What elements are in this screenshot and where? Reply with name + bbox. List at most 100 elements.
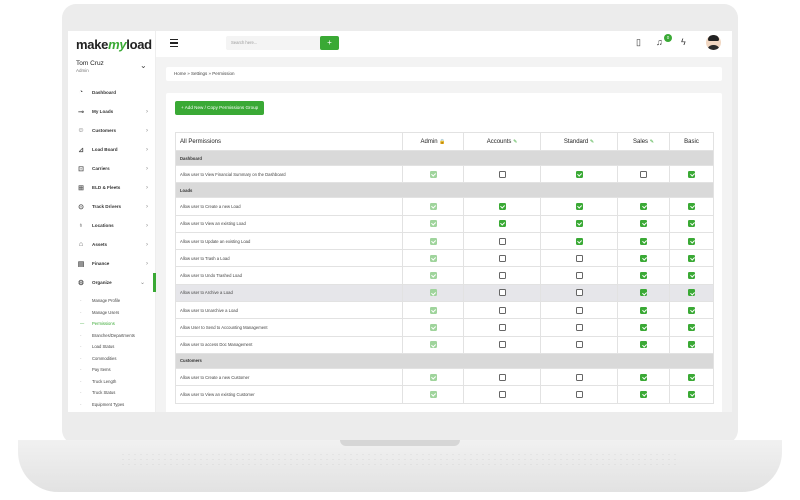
subnav-item-manage-profile[interactable]: - Manage Profile: [68, 295, 156, 307]
sidebar-item-track-drivers[interactable]: ⊙ Track Drivers ›: [68, 197, 156, 216]
permission-checkbox[interactable]: [688, 254, 695, 262]
permission-checkbox[interactable]: [575, 373, 583, 381]
edit-icon[interactable]: ✎: [650, 139, 654, 145]
permission-checkbox[interactable]: [575, 170, 583, 178]
header-standard[interactable]: Standard ✎: [540, 132, 618, 151]
permission-checkbox[interactable]: [575, 306, 583, 314]
subnav-item-truck-length[interactable]: - Truck Length: [68, 376, 156, 388]
sidebar-item-carriers[interactable]: ⊡ Carriers ›: [68, 159, 156, 178]
subnav-item-branches-departments[interactable]: - Branches/Departments: [68, 330, 156, 342]
permission-checkbox[interactable]: [688, 220, 695, 228]
laptop-notch: [340, 440, 460, 446]
edit-icon[interactable]: ✎: [590, 139, 594, 145]
edit-icon[interactable]: ✎: [513, 139, 517, 145]
permission-checkbox[interactable]: [575, 324, 583, 332]
permission-checkbox[interactable]: [688, 390, 695, 398]
search-add-button[interactable]: +: [320, 36, 339, 50]
bolt-icon[interactable]: ϟ: [681, 37, 686, 47]
permission-checkbox[interactable]: [575, 341, 583, 349]
menu-icon[interactable]: [170, 39, 178, 49]
subnav-item-permissions[interactable]: — Permissions: [68, 318, 156, 330]
permission-cell: [669, 249, 714, 268]
subnav-item-truck-status[interactable]: - Truck Status: [68, 387, 156, 399]
document-icon[interactable]: ▯: [636, 37, 641, 48]
table-row: Allow user to Create a new Customer: [175, 367, 714, 387]
permission-checkbox[interactable]: [498, 390, 506, 398]
permission-checkbox[interactable]: [688, 272, 695, 280]
sidebar-item-customers[interactable]: ☺ Customers ›: [68, 121, 156, 140]
permission-cell: [669, 164, 714, 184]
permission-checkbox[interactable]: [640, 254, 647, 262]
permission-checkbox[interactable]: [498, 324, 506, 332]
section-label: Loads: [175, 182, 714, 199]
permission-label: Allow user to Trash a Load: [175, 249, 403, 268]
permission-checkbox[interactable]: [575, 220, 583, 228]
permission-checkbox[interactable]: [688, 170, 695, 178]
permission-checkbox[interactable]: [498, 237, 506, 245]
permission-checkbox[interactable]: [640, 324, 647, 332]
gear-icon: ⚙: [77, 279, 85, 287]
permission-checkbox[interactable]: [498, 272, 506, 280]
permission-checkbox[interactable]: [498, 170, 506, 178]
permission-checkbox[interactable]: [640, 272, 647, 280]
permission-checkbox[interactable]: [640, 306, 647, 314]
table-row: Allow user to Update an existing Load: [175, 231, 714, 251]
permission-cell: [617, 214, 670, 233]
header-accounts[interactable]: Accounts ✎: [463, 132, 541, 151]
sidebar-item-assets[interactable]: ⌂ Assets ›: [68, 235, 156, 254]
sidebar-item-organize[interactable]: ⚙ Organize ⌄: [68, 273, 156, 292]
permission-checkbox[interactable]: [688, 324, 695, 332]
sidebar-item-eld-fleets[interactable]: ⊞ ELD & Fleets ›: [68, 178, 156, 197]
sidebar-item-load-board[interactable]: ⊿ Load Board ›: [68, 140, 156, 159]
permission-checkbox[interactable]: [575, 254, 583, 262]
permission-checkbox[interactable]: [640, 390, 647, 398]
subnav-item-label: Branches/Departments: [92, 332, 135, 338]
permission-checkbox[interactable]: [640, 373, 647, 381]
permission-checkbox[interactable]: [688, 373, 695, 381]
permission-checkbox[interactable]: [640, 220, 647, 228]
permission-checkbox[interactable]: [575, 289, 583, 297]
app-logo[interactable]: makemyload: [76, 37, 152, 52]
sidebar-item-my-loads[interactable]: ⊸ My Loads ›: [68, 102, 156, 121]
subnav-item-manage-users[interactable]: - Manage Users: [68, 307, 156, 319]
permission-checkbox[interactable]: [688, 202, 695, 210]
chevron-down-icon[interactable]: ⌄: [140, 61, 147, 70]
subnav-item-pay-items[interactable]: - Pay Items: [68, 364, 156, 376]
sidebar-item-label: Customers: [92, 128, 116, 133]
subnav-item-commodities[interactable]: - Commodities: [68, 353, 156, 365]
permission-checkbox[interactable]: [688, 289, 695, 297]
avatar[interactable]: [706, 35, 721, 50]
permission-checkbox[interactable]: [498, 373, 506, 381]
add-permissions-group-button[interactable]: + Add New / Copy Permissions Group: [175, 101, 265, 115]
subnav-item-equipment-types[interactable]: - Equipment Types: [68, 399, 156, 411]
subnav-item-load-status[interactable]: - Load Status: [68, 341, 156, 353]
permission-checkbox[interactable]: [640, 289, 647, 297]
chevron-right-icon: ›: [146, 127, 148, 134]
bell-icon[interactable]: ♫: [656, 37, 663, 47]
permission-checkbox[interactable]: [688, 306, 695, 314]
search-input[interactable]: Search here...: [226, 36, 322, 50]
permission-checkbox[interactable]: [640, 170, 647, 178]
topbar: Search here... + ▯ ♫ 0 ϟ: [156, 31, 732, 57]
header-sales[interactable]: Sales ✎: [617, 132, 670, 151]
sidebar-item-dashboard[interactable]: ◔ Dashboard: [68, 83, 156, 102]
permission-checkbox[interactable]: [640, 341, 647, 349]
permission-checkbox[interactable]: [498, 289, 506, 297]
permission-checkbox[interactable]: [688, 341, 695, 349]
permission-checkbox[interactable]: [498, 341, 506, 349]
sidebar-item-locations[interactable]: ♁ Locations ›: [68, 216, 156, 235]
permission-checkbox[interactable]: [575, 390, 583, 398]
permission-checkbox[interactable]: [575, 202, 583, 210]
permission-checkbox[interactable]: [575, 272, 583, 280]
permission-cell: [540, 301, 618, 320]
permission-checkbox[interactable]: [640, 202, 647, 210]
permission-checkbox[interactable]: [498, 220, 506, 228]
permission-checkbox[interactable]: [640, 237, 647, 245]
permission-checkbox[interactable]: [498, 306, 506, 314]
permission-checkbox[interactable]: [575, 237, 583, 245]
permission-checkbox[interactable]: [498, 202, 506, 210]
sidebar-item-finance[interactable]: ▤ Finance ›: [68, 254, 156, 273]
permission-checkbox[interactable]: [498, 254, 506, 262]
permission-cell: [402, 385, 464, 404]
permission-checkbox[interactable]: [688, 237, 695, 245]
